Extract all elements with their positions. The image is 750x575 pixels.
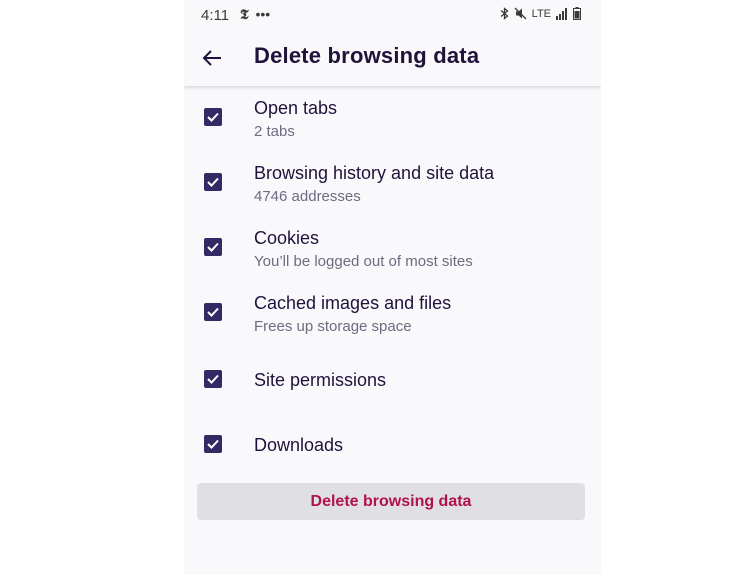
option-subtitle: 2 tabs	[254, 123, 295, 140]
option-title: Cached images and files	[254, 293, 452, 313]
page-title: Delete browsing data	[254, 43, 480, 68]
lte-icon: LTE	[531, 7, 551, 20]
option-subtitle: 4746 addresses	[254, 188, 361, 205]
check-icon	[207, 307, 219, 317]
option-subtitle: Frees up storage space	[254, 318, 412, 335]
checkbox-cached-images[interactable]	[204, 303, 222, 321]
status-left-icons: 𝕿 •••	[240, 6, 270, 23]
check-icon	[207, 177, 219, 187]
back-button[interactable]	[194, 40, 230, 76]
check-icon	[207, 242, 219, 252]
delete-browsing-data-button[interactable]: Delete browsing data	[197, 483, 585, 520]
check-icon	[207, 112, 219, 122]
option-open-tabs[interactable]: Open tabs 2 tabs	[184, 86, 601, 151]
option-downloads[interactable]: Downloads	[184, 411, 601, 476]
battery-icon	[573, 7, 581, 20]
option-subtitle: You’ll be logged out of most sites	[254, 253, 473, 270]
option-title: Open tabs	[254, 98, 338, 118]
bluetooth-icon	[500, 7, 509, 20]
mute-icon	[514, 7, 527, 20]
option-title: Browsing history and site data	[254, 163, 495, 183]
phone-screen: 4:11 𝕿 ••• LTE Delete browsing data Open…	[184, 0, 601, 575]
option-site-permissions[interactable]: Site permissions	[184, 346, 601, 411]
status-time: 4:11	[201, 7, 230, 24]
option-title: Site permissions	[254, 370, 387, 390]
option-title: Downloads	[254, 435, 344, 455]
check-icon	[207, 439, 219, 449]
checkbox-cookies[interactable]	[204, 238, 222, 256]
option-cached-images[interactable]: Cached images and files Frees up storage…	[184, 281, 601, 346]
checkbox-browsing-history[interactable]	[204, 173, 222, 191]
checkbox-open-tabs[interactable]	[204, 108, 222, 126]
check-icon	[207, 374, 219, 384]
arrow-left-icon	[202, 50, 221, 66]
option-title: Cookies	[254, 228, 320, 248]
more-dots-icon: •••	[255, 6, 271, 22]
toolbar: Delete browsing data	[184, 30, 601, 86]
option-cookies[interactable]: Cookies You’ll be logged out of most sit…	[184, 216, 601, 281]
checkbox-site-permissions[interactable]	[204, 370, 222, 388]
status-right-icons: LTE	[500, 7, 581, 20]
option-browsing-history[interactable]: Browsing history and site data 4746 addr…	[184, 151, 601, 216]
signal-icon	[556, 7, 567, 20]
status-bar: 4:11 𝕿 ••• LTE	[184, 0, 601, 30]
checkbox-downloads[interactable]	[204, 435, 222, 453]
nyt-icon: 𝕿	[240, 7, 249, 23]
